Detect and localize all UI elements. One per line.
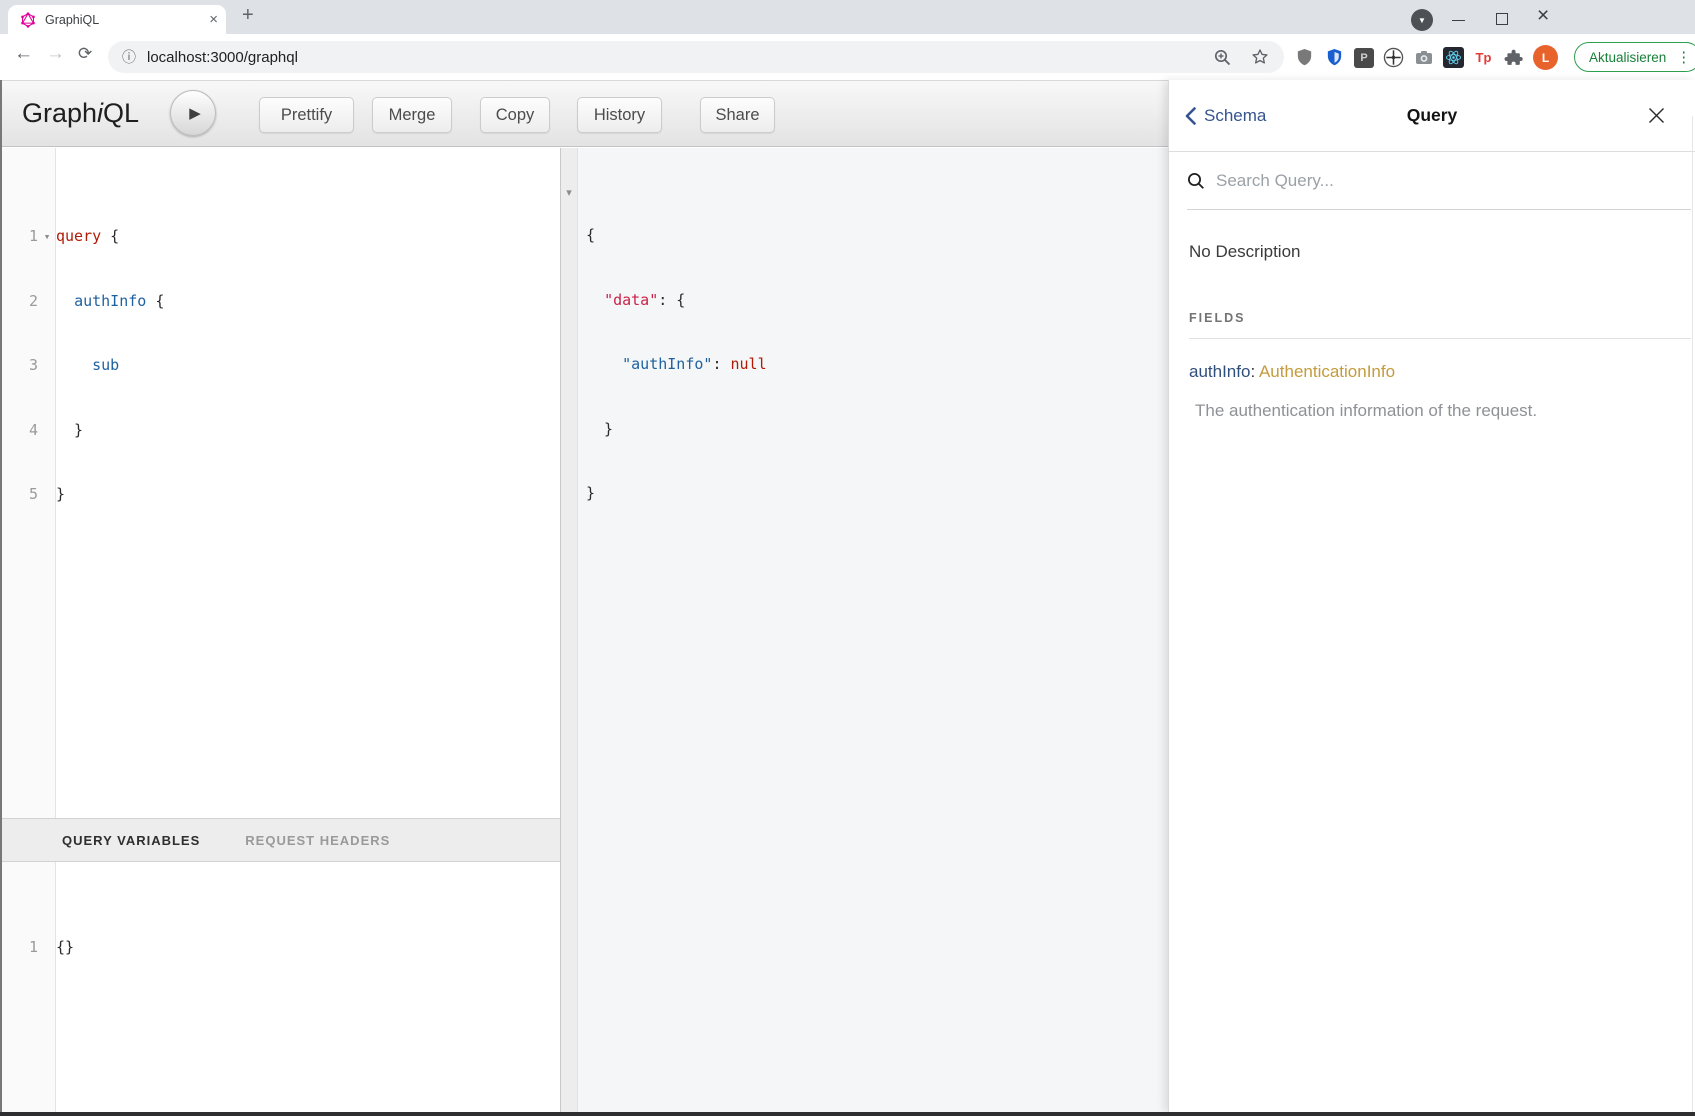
window-maximize-button[interactable]: [1496, 13, 1508, 25]
field-description: The authentication information of the re…: [1189, 401, 1675, 421]
doc-body: No Description FIELDS authInfo: Authenti…: [1169, 210, 1695, 421]
browser-menu-kebab-icon[interactable]: ⋮: [1676, 48, 1691, 66]
code-line: "authInfo": null: [586, 354, 1168, 376]
code-line: 3 sub: [2, 355, 560, 377]
reload-icon[interactable]: ⟳: [78, 44, 92, 64]
fold-arrow-icon[interactable]: ▾: [38, 226, 56, 248]
code-line: 4 }: [2, 420, 560, 442]
p-extension-icon[interactable]: P: [1354, 48, 1374, 68]
camera-extension-icon[interactable]: [1413, 47, 1434, 68]
doc-title: Query: [1169, 80, 1695, 151]
search-icon: [1187, 172, 1205, 190]
result-fold-arrow-icon[interactable]: ▾: [561, 186, 577, 199]
extensions-puzzle-icon[interactable]: [1503, 47, 1524, 68]
doc-scrollbar-track[interactable]: [1692, 116, 1693, 1112]
browser-toolbar: ← → ⟳ ⓘ localhost:3000/graphql P: [0, 34, 1695, 80]
code-line: 1 ▾ query {: [2, 226, 560, 248]
code-line: }: [586, 483, 1168, 505]
tab-title: GraphiQL: [45, 13, 209, 27]
graphiql-logo: GraphiQL: [22, 98, 139, 129]
field-row: authInfo: AuthenticationInfo: [1189, 362, 1675, 382]
line-number: 2: [2, 291, 38, 313]
bookmark-star-icon[interactable]: [1250, 47, 1270, 67]
play-icon: ▶: [189, 104, 201, 122]
extensions-row: P: [1294, 45, 1558, 70]
merge-button[interactable]: Merge: [372, 97, 452, 133]
window-minimize-button[interactable]: [1452, 20, 1465, 21]
url-text[interactable]: localhost:3000/graphql: [147, 49, 298, 66]
doc-explorer-header: Schema Query: [1169, 80, 1695, 152]
ublock-extension-icon[interactable]: [1294, 47, 1315, 68]
code-line: "data": {: [586, 290, 1168, 312]
fields-section-header: FIELDS: [1189, 311, 1675, 325]
doc-explorer-panel: Schema Query No Description FIELDS authI…: [1168, 80, 1695, 1112]
secondary-editor-tabbar: QUERY VARIABLES REQUEST HEADERS: [2, 818, 560, 862]
doc-close-icon[interactable]: [1648, 107, 1665, 124]
tab-query-variables[interactable]: QUERY VARIABLES: [62, 833, 200, 848]
variables-code[interactable]: 1 {}: [2, 863, 560, 1002]
back-icon[interactable]: ←: [14, 43, 33, 65]
profile-avatar[interactable]: L: [1533, 45, 1558, 70]
forward-icon[interactable]: →: [46, 43, 65, 65]
line-number: 1: [2, 937, 38, 959]
result-code: { "data": { "authInfo": null } }: [578, 148, 1168, 548]
bitwarden-extension-icon[interactable]: [1324, 47, 1345, 68]
graphql-favicon-icon: [20, 12, 36, 28]
prettify-button[interactable]: Prettify: [259, 97, 354, 133]
code-line: 2 authInfo {: [2, 291, 560, 313]
window-close-button[interactable]: ×: [1537, 4, 1549, 28]
tp-extension-icon[interactable]: Tp: [1473, 47, 1494, 68]
window-bottom-edge: [0, 1112, 1695, 1116]
editor-result-divider[interactable]: ▾: [560, 148, 578, 1112]
zoom-icon[interactable]: [1213, 48, 1232, 67]
react-devtools-extension-icon[interactable]: [1443, 47, 1464, 68]
code-line: 5 }: [2, 484, 560, 506]
browser-window: GraphiQL × + ▼ × ← → ⟳ ⓘ localhost:3000/…: [0, 0, 1695, 1116]
copy-button[interactable]: Copy: [480, 97, 550, 133]
code-line: {: [586, 225, 1168, 247]
doc-search-input[interactable]: [1216, 171, 1636, 191]
history-button[interactable]: History: [577, 97, 662, 133]
variables-editor[interactable]: 1 {}: [2, 863, 560, 1112]
query-code[interactable]: 1 ▾ query { 2 authInfo { 3 sub 4 } 5: [2, 148, 560, 549]
chrome-circle-chevron-icon[interactable]: ▼: [1411, 9, 1433, 31]
tab-close-icon[interactable]: ×: [209, 12, 218, 27]
code-line: 1 {}: [2, 937, 560, 959]
code-line: }: [586, 419, 1168, 441]
address-bar[interactable]: ⓘ localhost:3000/graphql: [108, 41, 1284, 73]
doc-search-row: [1187, 152, 1691, 210]
fields-divider: [1189, 338, 1691, 339]
update-button-label: Aktualisieren: [1589, 50, 1666, 65]
update-button[interactable]: Aktualisieren ⋮: [1574, 42, 1695, 72]
line-number: 4: [2, 420, 38, 442]
line-number: 3: [2, 355, 38, 377]
field-name-link[interactable]: authInfo: [1189, 362, 1250, 381]
execute-query-button[interactable]: ▶: [170, 90, 216, 136]
tab-strip: GraphiQL × + ▼ ×: [0, 0, 1695, 34]
no-description-text: No Description: [1189, 242, 1675, 262]
browser-tab[interactable]: GraphiQL ×: [8, 5, 226, 34]
share-button[interactable]: Share: [700, 97, 775, 133]
tab-request-headers[interactable]: REQUEST HEADERS: [245, 833, 390, 848]
page-info-icon[interactable]: ⓘ: [122, 47, 136, 67]
new-tab-button[interactable]: +: [242, 4, 254, 27]
result-viewer: { "data": { "authInfo": null } }: [578, 148, 1168, 1112]
field-type-link[interactable]: AuthenticationInfo: [1259, 362, 1395, 381]
line-number: 5: [2, 484, 38, 506]
crosshair-extension-icon[interactable]: [1383, 47, 1404, 68]
line-number: 1: [2, 226, 38, 248]
